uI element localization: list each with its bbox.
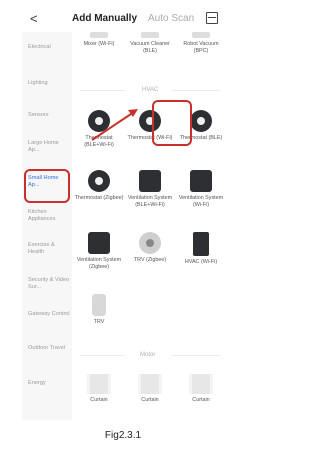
pointer-arrow-icon [91,109,138,141]
figure-caption: Fig2.3.1 [104,430,142,441]
phone-screen: < Add Manually Auto Scan Electrical Ligh… [22,0,227,420]
